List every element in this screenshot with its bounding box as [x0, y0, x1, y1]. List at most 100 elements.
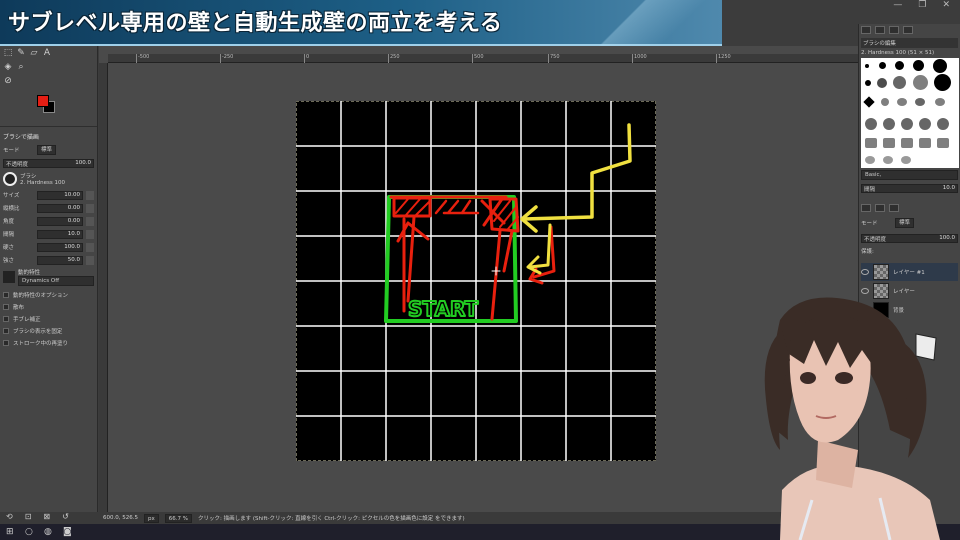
color-swatch[interactable] — [3, 92, 94, 122]
checkbox-row[interactable]: ストローク中の再塗り — [3, 339, 94, 347]
layer-row[interactable]: レイヤー #1 — [861, 263, 958, 281]
search-icon[interactable]: ○ — [25, 527, 34, 537]
brush-swatch[interactable] — [865, 156, 875, 164]
close-button[interactable]: ✕ — [942, 0, 950, 14]
paintbrush-tool-icon[interactable]: ✎ — [16, 48, 26, 58]
aspect-slider[interactable]: 0.00 — [37, 203, 83, 213]
brush-swatch[interactable] — [934, 74, 951, 91]
brush-swatch[interactable] — [901, 118, 913, 130]
color-picker-tool-icon[interactable]: ⊘ — [3, 76, 13, 86]
brush-swatch[interactable] — [897, 98, 907, 106]
patterns-tab[interactable] — [875, 26, 885, 34]
brush-swatch[interactable] — [893, 76, 906, 89]
edge-browser-icon[interactable]: ◍ — [44, 527, 53, 537]
checkbox[interactable] — [3, 328, 9, 334]
angle-slider[interactable]: 0.00 — [37, 216, 83, 226]
hardness-slider[interactable]: 100.0 — [37, 242, 83, 252]
layers-tab[interactable] — [861, 204, 871, 212]
channels-tab[interactable] — [875, 204, 885, 212]
ruler-tick: 1250 — [716, 54, 731, 63]
paths-tab[interactable] — [889, 204, 899, 212]
checkbox-row[interactable]: 手ブレ補正 — [3, 315, 94, 323]
brush-swatch[interactable] — [933, 59, 947, 73]
brush-swatch[interactable] — [865, 64, 869, 68]
brush-row: ブラシ 2. Hardness 100 — [3, 170, 94, 188]
text-tool-icon[interactable]: A — [42, 48, 52, 58]
dynamics-icon[interactable] — [3, 271, 15, 283]
brush-swatch[interactable] — [879, 62, 886, 69]
brush-swatch[interactable] — [919, 118, 931, 130]
expander-icon[interactable] — [3, 292, 9, 298]
brush-swatch[interactable] — [865, 80, 871, 86]
checkbox[interactable] — [3, 316, 9, 322]
foreground-color-swatch[interactable] — [37, 95, 49, 107]
checkbox-row[interactable]: 散布 — [3, 303, 94, 311]
brush-swatch[interactable] — [883, 138, 895, 148]
brush-swatch[interactable] — [901, 138, 913, 148]
brush-editor-tab[interactable]: ブラシの編集 — [861, 38, 958, 48]
brush-swatch[interactable] — [863, 96, 875, 108]
mode-select[interactable]: 標準 — [37, 145, 57, 155]
fill-tool-icon[interactable]: ◈ — [3, 62, 13, 72]
brush-swatch[interactable] — [937, 138, 949, 148]
reset-icon[interactable] — [86, 216, 94, 226]
reset-icon[interactable] — [86, 255, 94, 265]
eraser-tool-icon[interactable]: ▱ — [29, 48, 39, 58]
checkbox-row[interactable]: ブラシの表示を固定 — [3, 327, 94, 335]
brush-filter[interactable]: Basic, — [861, 170, 958, 180]
ruler-tick: -500 — [136, 54, 149, 63]
zoom-tool-icon[interactable]: ⌕ — [16, 62, 26, 72]
brush-swatch[interactable] — [877, 78, 887, 88]
brush-swatch[interactable] — [913, 75, 928, 90]
zoom-select[interactable]: 66.7 % — [164, 513, 192, 523]
reset-icon[interactable]: ↺ — [62, 512, 69, 524]
windows-start-icon[interactable]: ⊞ — [6, 527, 15, 537]
brush-swatch[interactable] — [935, 98, 945, 106]
dynamics-select[interactable]: Dynamics Off — [18, 276, 94, 286]
checkbox-row[interactable]: 動的特性のオプション — [3, 291, 94, 299]
unit-select[interactable]: px — [144, 513, 159, 523]
save-icon[interactable]: ⟲ — [6, 512, 13, 524]
brush-swatch[interactable] — [913, 60, 924, 71]
size-slider[interactable]: 10.00 — [37, 190, 83, 200]
reset-icon[interactable] — [86, 203, 94, 213]
brush-swatch[interactable] — [865, 118, 877, 130]
spacing-slider[interactable]: 10.0 — [37, 229, 83, 239]
dock-spacing-slider[interactable]: 間隔 10.0 — [861, 183, 958, 193]
gimp-app-icon[interactable]: ◙ — [63, 527, 72, 537]
layer-mode-select[interactable]: 標準 — [895, 218, 915, 228]
layer-name[interactable]: レイヤー #1 — [893, 268, 925, 276]
delete-icon[interactable]: ⊠ — [43, 512, 50, 524]
brush-swatch[interactable] — [895, 61, 904, 70]
brush-swatch[interactable] — [937, 118, 949, 130]
brush-swatch[interactable] — [865, 138, 877, 148]
restore-icon[interactable]: ⊡ — [25, 512, 32, 524]
brush-preview-icon[interactable] — [3, 172, 17, 186]
select-tool-icon[interactable]: ⬚ — [3, 48, 13, 58]
brush-swatch[interactable] — [883, 118, 895, 130]
maximize-button[interactable]: ❐ — [918, 0, 926, 14]
minimize-button[interactable]: — — [893, 0, 902, 14]
force-slider[interactable]: 50.0 — [37, 255, 83, 265]
checkbox[interactable] — [3, 340, 9, 346]
document-tab[interactable] — [903, 26, 913, 34]
option-row-aspect: 縦横比 0.00 — [3, 202, 94, 214]
brush-swatch[interactable] — [883, 156, 893, 164]
brush-swatch[interactable] — [901, 156, 911, 164]
fonts-tab[interactable] — [889, 26, 899, 34]
brush-grid[interactable] — [861, 58, 959, 168]
reset-icon[interactable] — [86, 229, 94, 239]
layer-opacity-slider[interactable]: 不透明度 100.0 — [861, 233, 958, 243]
opacity-row: 不透明度 100.0 — [3, 157, 94, 169]
opacity-slider[interactable]: 不透明度 100.0 — [3, 158, 94, 168]
brush-swatch[interactable] — [915, 98, 925, 106]
option-label: サイズ — [3, 193, 20, 199]
checkbox[interactable] — [3, 304, 9, 310]
image-canvas[interactable]: START — [296, 101, 656, 461]
reset-icon[interactable] — [86, 190, 94, 200]
brushes-tab[interactable] — [861, 26, 871, 34]
brush-swatch[interactable] — [919, 138, 931, 148]
reset-icon[interactable] — [86, 242, 94, 252]
brush-swatch[interactable] — [881, 98, 889, 106]
eye-icon[interactable] — [861, 269, 869, 275]
